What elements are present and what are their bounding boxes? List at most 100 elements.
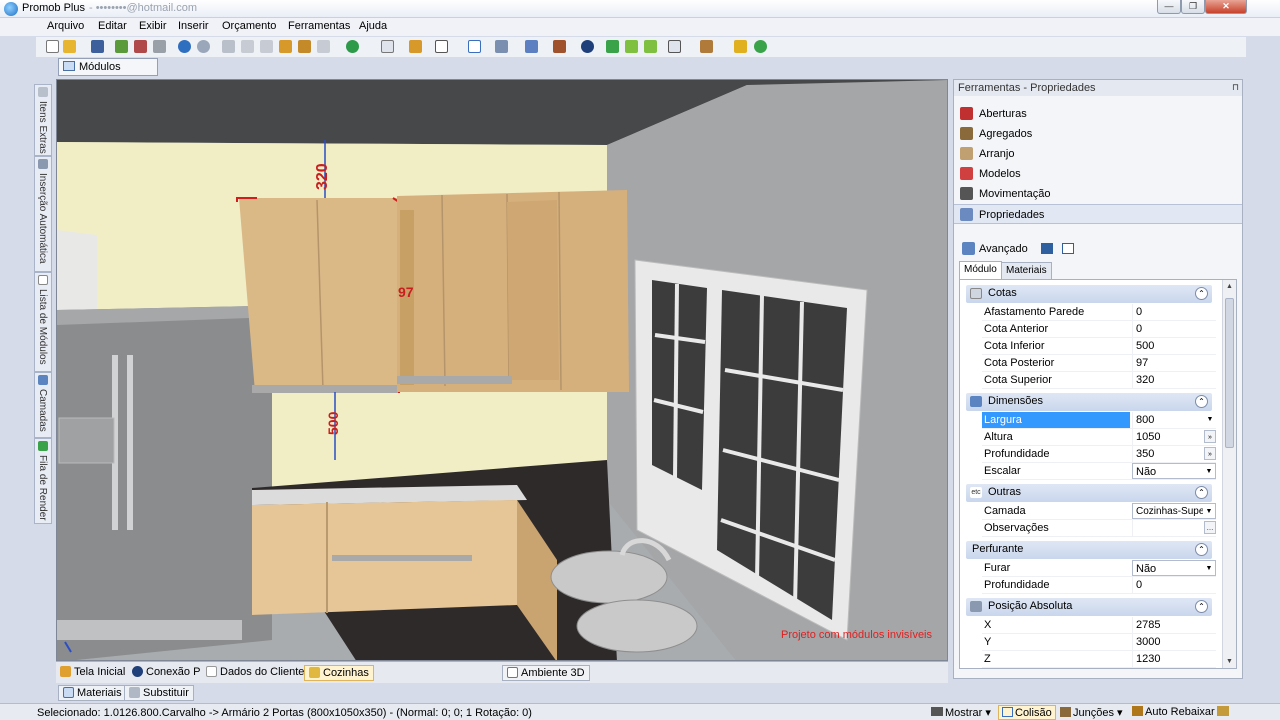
value-profundidade-furo[interactable]: 0 — [1132, 577, 1216, 593]
section-outras[interactable]: etc Outras ⌃ — [966, 484, 1212, 502]
cube-icon[interactable] — [700, 40, 713, 53]
tool-propriedades[interactable]: Propriedades — [954, 204, 1242, 224]
section-perfurante[interactable]: Perfurante ⌃ — [966, 541, 1212, 559]
value-furar[interactable]: Não ▼ — [1132, 560, 1216, 576]
value-cota-anterior[interactable]: 0 — [1132, 321, 1216, 337]
eye-icon[interactable] — [581, 40, 594, 53]
save-icon[interactable] — [91, 40, 104, 53]
value-afastamento-parede[interactable]: 0 — [1132, 304, 1216, 320]
open-icon[interactable] — [63, 40, 76, 53]
dropdown-icon[interactable]: ▼ — [1203, 505, 1215, 518]
tool-agregados[interactable]: Agregados — [954, 124, 1242, 144]
tool-movimentacao[interactable]: Movimentação — [954, 184, 1242, 204]
scroll-up-icon[interactable]: ▲ — [1226, 283, 1233, 290]
property-scrollbar[interactable]: ▲ ▼ — [1222, 280, 1236, 668]
value-cota-posterior[interactable]: 97 — [1132, 355, 1216, 371]
render-icon[interactable] — [115, 40, 128, 53]
undo-icon[interactable] — [178, 40, 191, 53]
move-right-icon[interactable] — [644, 40, 657, 53]
plugin-icon[interactable] — [754, 40, 767, 53]
menu-ferramentas[interactable]: Ferramentas — [288, 20, 350, 32]
layout-icon[interactable] — [381, 40, 394, 53]
cut-icon[interactable] — [222, 40, 235, 53]
rotate-icon[interactable] — [606, 40, 619, 53]
value-profundidade[interactable]: 350» — [1132, 446, 1216, 462]
tab-dados-cliente[interactable]: Dados do Cliente — [202, 665, 308, 681]
format-icon[interactable] — [298, 40, 311, 53]
value-cota-inferior[interactable]: 500 — [1132, 338, 1216, 354]
value-camada[interactable]: Cozinhas-Superi ▼ — [1132, 503, 1216, 519]
collapse-icon[interactable]: ⌃ — [1195, 543, 1208, 556]
value-x[interactable]: 2785 — [1132, 617, 1216, 633]
mostrar-button[interactable]: Mostrar ▾ — [928, 705, 994, 720]
value-altura[interactable]: 1050» — [1132, 429, 1216, 445]
value-largura[interactable]: 800 ▼ — [1132, 412, 1216, 428]
value-observacoes[interactable]: … — [1132, 520, 1216, 536]
tab-tela-inicial[interactable]: Tela Inicial — [56, 665, 129, 681]
modules-icon[interactable] — [409, 40, 422, 53]
menu-ajuda[interactable]: Ajuda — [359, 20, 387, 32]
delete-icon[interactable] — [317, 40, 330, 53]
vtab-camadas[interactable]: Camadas — [34, 372, 52, 438]
list-view-icon[interactable] — [1061, 243, 1074, 254]
value-cota-superior[interactable]: 320 — [1132, 372, 1216, 388]
auto-rebaixar-toggle[interactable]: Auto Rebaixar — [1129, 705, 1218, 720]
menu-inserir[interactable]: Inserir — [178, 20, 209, 32]
3d-viewport[interactable]: 320 97 500 × Projeto com módulos invisív… — [56, 79, 948, 661]
tool-modelos[interactable]: Modelos — [954, 164, 1242, 184]
section-cotas[interactable]: Cotas ⌃ — [966, 285, 1212, 303]
brush-icon[interactable] — [279, 40, 292, 53]
minimize-button[interactable]: — — [1157, 0, 1181, 14]
tool-aberturas[interactable]: Aberturas — [954, 104, 1242, 124]
value-z[interactable]: 1230 — [1132, 651, 1216, 667]
tool-arranjo[interactable]: Arranjo — [954, 144, 1242, 164]
colisao-toggle[interactable]: Colisão — [998, 705, 1056, 720]
expand-icon[interactable]: » — [1204, 447, 1216, 460]
redo-icon[interactable] — [197, 40, 210, 53]
tab-materiais-bottom[interactable]: Materiais — [58, 685, 127, 701]
menu-editar[interactable]: Editar — [98, 20, 127, 32]
collapse-icon[interactable]: ⌃ — [1195, 486, 1208, 499]
tab-cozinhas[interactable]: Cozinhas — [304, 665, 374, 681]
advanced-button[interactable]: Avançado — [979, 243, 1028, 255]
collapse-icon[interactable]: ⌃ — [1195, 600, 1208, 613]
vtab-itens-extras[interactable]: Itens Extras — [34, 84, 52, 156]
tab-modulo[interactable]: Módulo — [959, 261, 1002, 280]
menu-arquivo[interactable]: Arquivo — [47, 20, 84, 32]
value-escalar[interactable]: Não ▼ — [1132, 463, 1216, 479]
scroll-down-icon[interactable]: ▼ — [1226, 658, 1233, 665]
wand-icon[interactable] — [734, 40, 747, 53]
copy-icon[interactable] — [241, 40, 254, 53]
juncoes-button[interactable]: Junções ▾ — [1057, 705, 1126, 720]
grid-view-icon[interactable] — [1040, 243, 1053, 254]
tab-ambiente-3d[interactable]: Ambiente 3D — [502, 665, 590, 681]
shape-icon[interactable] — [435, 40, 448, 53]
tab-materiais[interactable]: Materiais — [1001, 262, 1052, 280]
ellipsis-icon[interactable]: … — [1204, 521, 1216, 534]
tab-substituir[interactable]: Substituir — [124, 685, 194, 701]
dropdown-icon[interactable]: ▼ — [1203, 562, 1215, 575]
expand-icon[interactable]: » — [1204, 430, 1216, 443]
menu-exibir[interactable]: Exibir — [139, 20, 167, 32]
globe-icon[interactable] — [346, 40, 359, 53]
value-y[interactable]: 3000 — [1132, 634, 1216, 650]
tab-modulos[interactable]: Módulos — [58, 58, 158, 76]
collapse-icon[interactable]: ⌃ — [1195, 395, 1208, 408]
collapse-icon[interactable]: ⌃ — [1195, 287, 1208, 300]
camera-icon[interactable] — [668, 40, 681, 53]
section-dimensoes[interactable]: Dimensões ⌃ — [966, 393, 1212, 411]
move-left-icon[interactable] — [625, 40, 638, 53]
print-icon[interactable] — [153, 40, 166, 53]
dropdown-icon[interactable]: ▼ — [1203, 465, 1215, 478]
menu-orcamento[interactable]: Orçamento — [222, 20, 276, 32]
measure-icon[interactable] — [495, 40, 508, 53]
new-icon[interactable] — [46, 40, 59, 53]
elevation-icon[interactable] — [553, 40, 566, 53]
select-arrow-icon[interactable] — [468, 40, 481, 53]
tab-conexao[interactable]: Conexão P — [128, 665, 204, 681]
vtab-fila-render[interactable]: Fila de Render — [34, 438, 52, 524]
section-posicao-absoluta[interactable]: Posição Absoluta ⌃ — [966, 598, 1212, 616]
scroll-thumb[interactable] — [1225, 298, 1234, 448]
vtab-insercao-automatica[interactable]: Inserção Automática — [34, 156, 52, 272]
maximize-button[interactable]: ❐ — [1181, 0, 1205, 14]
